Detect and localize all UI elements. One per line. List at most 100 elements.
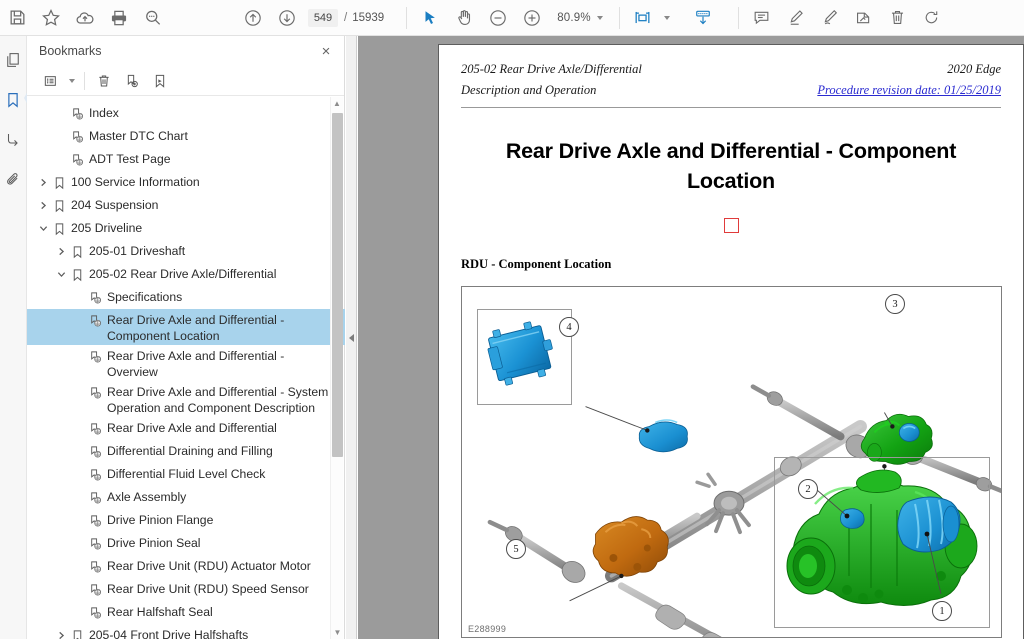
sidebar-item-signatures[interactable] <box>1 128 25 152</box>
page-bookmark-icon <box>69 103 86 124</box>
bookmark-label: 205-04 Front Drive Halfshafts <box>89 628 249 639</box>
pen-icon[interactable] <box>813 2 847 34</box>
pdf-viewer-window: 549 / 15939 80.9% Bookmarks × Index Mast… <box>0 0 1024 639</box>
bookmark-label: 100 Service Information <box>71 175 200 189</box>
bookmark-item[interactable]: Rear Halfshaft Seal <box>27 601 345 624</box>
collapse-sidebar-handle[interactable] <box>346 36 357 639</box>
header-right: 2020 Edge Procedure revision date: 01/25… <box>817 59 1001 101</box>
zoom-out-icon[interactable] <box>481 2 515 34</box>
bookmark-label: Index <box>89 106 119 120</box>
bookmarks-panel: Bookmarks × Index Master DTC Chart ADT T… <box>27 36 345 639</box>
fit-page-icon[interactable] <box>626 2 660 34</box>
bookmark-options-chevron-down-icon[interactable] <box>65 69 79 93</box>
sidebar-item-bookmarks[interactable] <box>1 88 29 112</box>
cloud-upload-icon[interactable] <box>68 2 102 34</box>
chevron-down-icon[interactable] <box>35 218 51 239</box>
figure-id: E288999 <box>468 624 507 634</box>
bookmark-item[interactable]: 100 Service Information <box>27 171 345 194</box>
arrow-up-circle-icon[interactable] <box>236 2 270 34</box>
bookmark-item[interactable]: Differential Draining and Filling <box>27 440 345 463</box>
bookmark-item[interactable]: Rear Drive Axle and Differential - Syste… <box>27 381 345 417</box>
toolbar-left-group <box>0 0 170 36</box>
bookmark-label: 205-02 Rear Drive Axle/Differential <box>89 267 277 281</box>
trash-icon[interactable] <box>881 2 915 34</box>
bookmark-label: 204 Suspension <box>71 198 159 212</box>
stamp-icon[interactable] <box>847 2 881 34</box>
bookmark-item[interactable]: 205-01 Driveshaft <box>27 240 345 263</box>
download-icon[interactable] <box>686 2 720 34</box>
page-title: Rear Drive Axle and Differential - Compo… <box>505 139 957 193</box>
chevron-right-icon[interactable] <box>35 172 51 193</box>
star-icon[interactable] <box>34 2 68 34</box>
bookmark-item[interactable]: Rear Drive Axle and Differential - Overv… <box>27 345 345 381</box>
comment-icon[interactable] <box>745 2 779 34</box>
bookmark-label: Differential Draining and Filling <box>107 444 273 458</box>
hand-icon[interactable] <box>447 2 481 34</box>
scroll-down-icon[interactable]: ▼ <box>331 626 344 639</box>
procedure-revision-link[interactable]: Procedure revision date: 01/25/2019 <box>817 80 1001 101</box>
chevron-right-icon[interactable] <box>53 625 69 639</box>
highlighter-icon[interactable] <box>779 2 813 34</box>
bookmark-item[interactable]: 205 Driveline <box>27 217 345 240</box>
page-bookmark-icon <box>87 346 104 367</box>
page-bookmark-icon <box>87 579 104 600</box>
rotate-icon[interactable] <box>915 2 949 34</box>
bookmark-item[interactable]: ADT Test Page <box>27 148 345 171</box>
search-icon[interactable] <box>136 2 170 34</box>
bookmark-item[interactable]: Rear Drive Unit (RDU) Actuator Motor <box>27 555 345 578</box>
scrollbar-thumb[interactable] <box>332 113 343 457</box>
bookmark-item[interactable]: Differential Fluid Level Check <box>27 463 345 486</box>
zoom-chevron-down-icon[interactable] <box>593 6 607 30</box>
zoom-level[interactable]: 80.9% <box>557 12 591 24</box>
add-bookmark-icon[interactable] <box>118 69 145 93</box>
bookmark-item[interactable]: Drive Pinion Flange <box>27 509 345 532</box>
goto-bookmark-icon[interactable] <box>146 69 173 93</box>
document-viewer[interactable]: 205-02 Rear Drive Axle/Differential Desc… <box>358 36 1024 639</box>
bookmark-label: Rear Drive Unit (RDU) Speed Sensor <box>107 582 309 596</box>
bookmark-item-selected[interactable]: Rear Drive Axle and Differential - Compo… <box>27 309 345 345</box>
page-bookmark-icon <box>87 310 104 331</box>
bookmark-item[interactable]: 205-04 Front Drive Halfshafts <box>27 624 345 639</box>
close-icon[interactable]: × <box>316 41 336 61</box>
bookmark-item[interactable]: Drive Pinion Seal <box>27 532 345 555</box>
bookmark-item[interactable]: Specifications <box>27 286 345 309</box>
print-icon[interactable] <box>102 2 136 34</box>
delete-bookmark-icon[interactable] <box>90 69 117 93</box>
folder-bookmark-icon <box>51 172 68 193</box>
bookmark-label: Axle Assembly <box>107 490 187 504</box>
component-location-figure: 4 3 2 1 5 E288999 <box>461 286 1002 638</box>
bookmark-item[interactable]: 205-02 Rear Drive Axle/Differential <box>27 263 345 286</box>
bookmark-item[interactable]: Index <box>27 102 345 125</box>
broken-image-placeholder <box>723 218 739 233</box>
bookmarks-tree[interactable]: Index Master DTC Chart ADT Test Page 100 Se… <box>27 97 345 639</box>
header-model-year: 2020 Edge <box>947 62 1001 76</box>
bookmark-item[interactable]: Master DTC Chart <box>27 125 345 148</box>
chevron-right-icon[interactable] <box>35 195 51 216</box>
arrow-down-circle-icon[interactable] <box>270 2 304 34</box>
bookmarks-scrollbar[interactable]: ▲ ▼ <box>330 97 343 639</box>
chevron-right-icon[interactable] <box>53 241 69 262</box>
fit-chevron-down-icon[interactable] <box>660 6 674 30</box>
current-page-input[interactable]: 549 <box>308 8 338 27</box>
total-pages: 15939 <box>352 11 385 24</box>
bookmark-item[interactable]: Axle Assembly <box>27 486 345 509</box>
bookmark-label: Rear Drive Axle and Differential <box>107 421 277 435</box>
bookmark-item[interactable]: Rear Drive Unit (RDU) Speed Sensor <box>27 578 345 601</box>
cursor-icon[interactable] <box>413 2 447 34</box>
sidebar-item-attachments[interactable] <box>1 168 25 192</box>
chevron-down-icon[interactable] <box>53 264 69 285</box>
bookmark-item[interactable]: Rear Drive Axle and Differential <box>27 417 345 440</box>
sidebar-item-pages[interactable] <box>1 48 25 72</box>
zoom-in-icon[interactable] <box>515 2 549 34</box>
list-options-icon[interactable] <box>37 69 64 93</box>
scroll-up-icon[interactable]: ▲ <box>331 97 343 110</box>
toolbar-paging-group: 549 / 15939 <box>236 0 384 36</box>
bookmark-item[interactable]: 204 Suspension <box>27 194 345 217</box>
save-icon[interactable] <box>0 2 34 34</box>
